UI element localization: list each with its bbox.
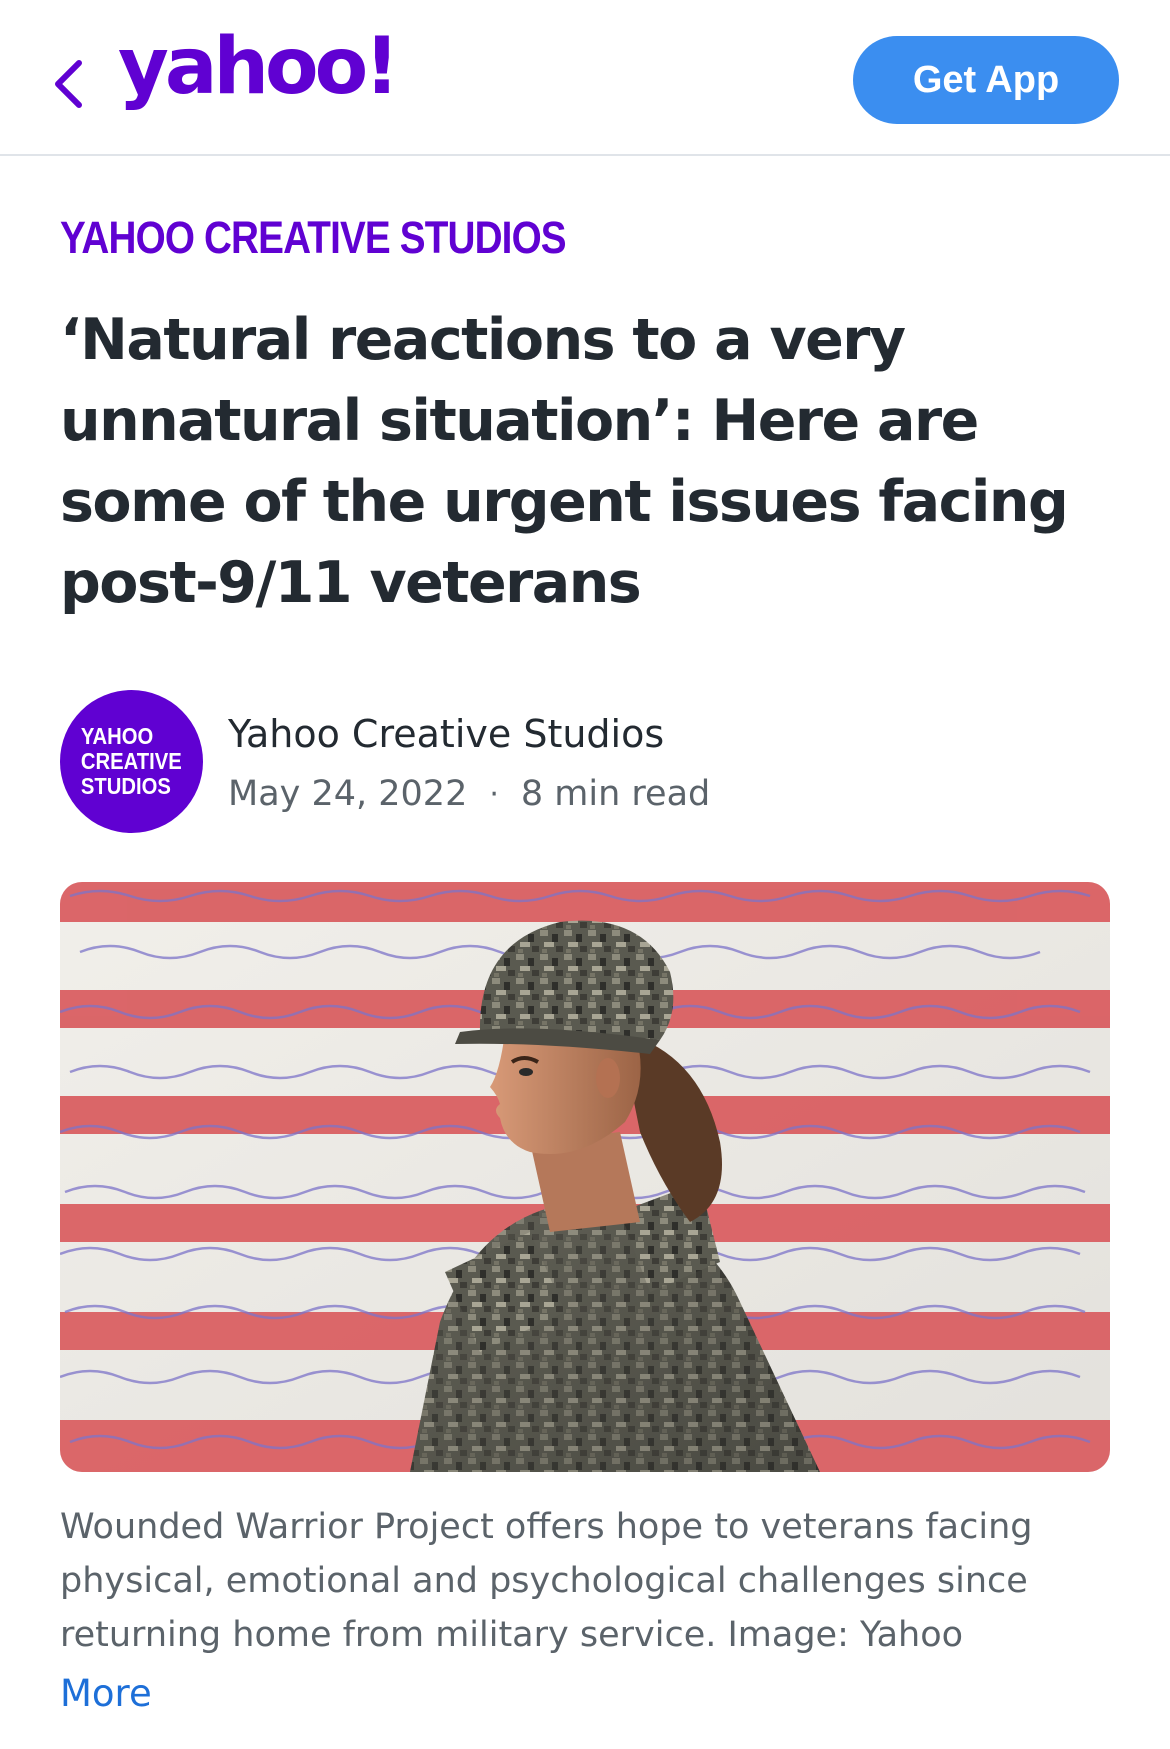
back-button[interactable] (44, 52, 92, 116)
more-link[interactable]: More (60, 1672, 152, 1715)
avatar-line: STUDIOS (81, 773, 172, 799)
avatar-line: CREATIVE (81, 748, 182, 774)
chevron-left-icon (55, 60, 82, 108)
article-headline: ‘Natural reactions to a very unnatural s… (60, 307, 1069, 616)
soldier-flag-illustration (60, 882, 1110, 1472)
get-app-button[interactable]: Get App (853, 36, 1119, 124)
avatar-line: YAHOO (81, 723, 154, 749)
author-avatar[interactable]: YAHOO CREATIVE STUDIOS (60, 690, 203, 833)
top-navigation-bar: yahoo! Get App (0, 0, 1170, 156)
hero-image[interactable] (60, 882, 1110, 1472)
section-label[interactable]: YAHOO CREATIVE STUDIOS (60, 212, 567, 264)
author-name[interactable]: Yahoo Creative Studios (228, 712, 664, 756)
yahoo-logo[interactable]: yahoo! (118, 28, 400, 106)
image-caption: Wounded Warrior Project offers hope to v… (60, 1507, 1033, 1655)
read-time: 8 min read (520, 774, 711, 814)
article-meta: May 24, 2022 · 8 min read (228, 774, 710, 814)
separator-dot: · (489, 776, 499, 812)
publish-date: May 24, 2022 (228, 774, 468, 814)
